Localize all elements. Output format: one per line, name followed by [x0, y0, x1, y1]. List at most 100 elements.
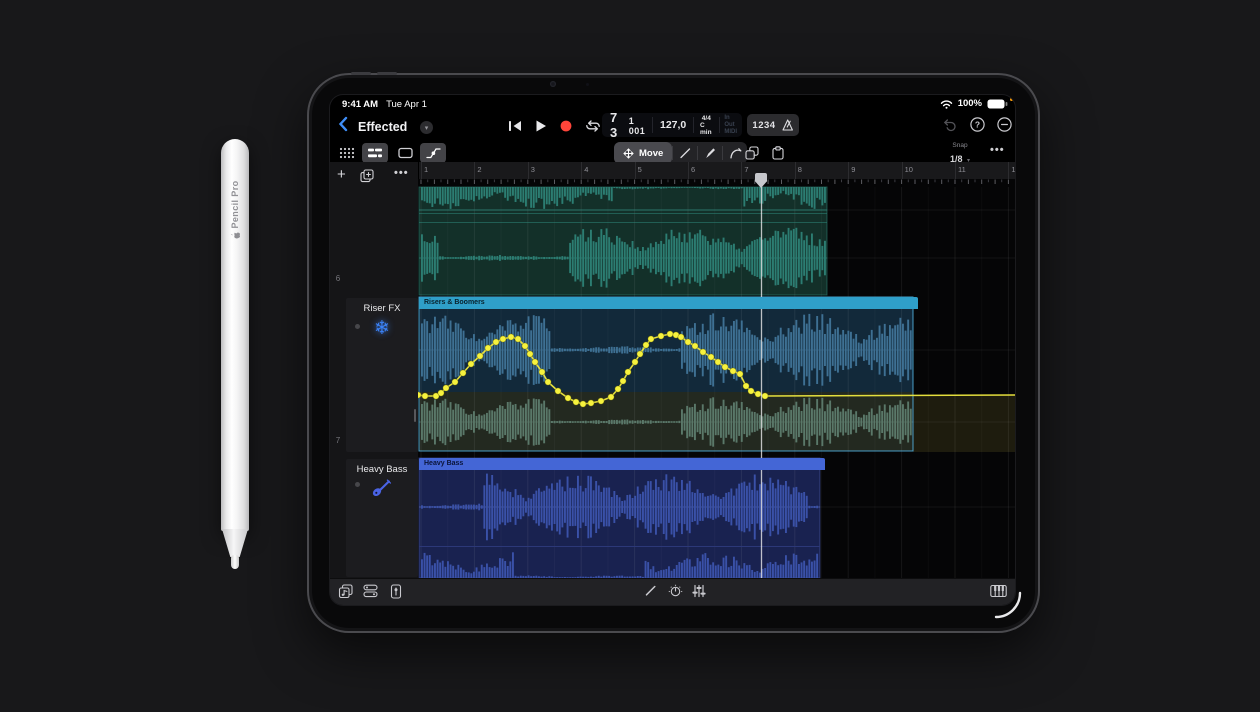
track-state-dot [355, 324, 360, 329]
tempo-value: 127,0 [660, 119, 686, 131]
automation-view-button[interactable] [420, 143, 446, 163]
add-track-button[interactable]: + [337, 166, 346, 183]
record-button[interactable] [560, 120, 572, 132]
mic-indicator-dot [1010, 98, 1013, 101]
track-header-column: + ••• 6 7 8 Riser FX ❄ Heavy Bass [330, 162, 419, 578]
ruler-bar-line [421, 162, 422, 179]
track-header-actions: + ••• [330, 165, 418, 187]
track-state-dot [355, 482, 360, 487]
pencil-edit-icon [644, 584, 657, 597]
move-tool-button[interactable]: Move [614, 142, 672, 164]
metronome-icon[interactable] [782, 119, 794, 131]
ruler-bar-number: 1 [424, 165, 428, 174]
corner-flourish-arc [993, 590, 1023, 620]
fader-icon [389, 584, 403, 599]
loop-browser-button[interactable] [338, 584, 354, 599]
track-cell-riser-fx[interactable]: Riser FX ❄ [346, 298, 418, 452]
region-strip-heavy-bass[interactable]: Heavy Bass [419, 458, 825, 470]
ambient-sensor [586, 83, 589, 86]
cells-view-button[interactable] [334, 143, 360, 163]
ruler-bar-number: 12 [1011, 165, 1015, 174]
track-number: 7 [330, 436, 346, 445]
line-tool-button[interactable] [672, 146, 697, 160]
paste-button[interactable] [766, 142, 790, 164]
track-header-more-button[interactable]: ••• [394, 167, 409, 179]
apple-logo-icon [231, 232, 240, 240]
plugins-rack-icon [363, 584, 378, 598]
ruler-bar-number: 3 [531, 165, 535, 174]
date: Tue Apr 1 [386, 99, 427, 110]
lcd-display[interactable]: 7 3 1 001 127,0 4/4C min In OutMIDI [602, 113, 742, 137]
track-cell-heavy-bass[interactable]: Heavy Bass [346, 459, 418, 577]
plugins-button[interactable] [363, 584, 378, 598]
battery-icon [987, 99, 1008, 109]
ruler-bar-line [528, 162, 529, 179]
timeline-lanes[interactable] [418, 179, 1015, 578]
snap-label: Snap [942, 142, 978, 149]
count-in-button[interactable]: 1234 [752, 120, 775, 131]
status-bar-left: 9:41 AM Tue Apr 1 [342, 99, 427, 110]
marquee-icon [398, 147, 413, 159]
ruler-bar-number: 9 [851, 165, 855, 174]
go-to-beginning-button[interactable] [508, 120, 522, 132]
more-circle-icon[interactable] [997, 117, 1012, 132]
knob-icon [668, 584, 683, 599]
edit-tools-group: Move [614, 142, 747, 164]
automation-curve-icon [426, 147, 441, 159]
ruler-bar-number: 6 [691, 165, 695, 174]
more-options-button[interactable]: ••• [990, 144, 1005, 156]
duplicate-track-button[interactable] [360, 169, 374, 183]
project-title[interactable]: Effected [358, 120, 407, 134]
ruler-bar-number: 8 [798, 165, 802, 174]
volume-down-button [377, 72, 397, 75]
brush-tool-button[interactable] [697, 146, 722, 160]
back-chevron-icon[interactable] [338, 116, 348, 132]
marquee-tool-button[interactable] [392, 143, 418, 163]
track-number: 6 [330, 274, 346, 283]
bottom-toolbar [330, 578, 1015, 605]
cycle-button[interactable] [585, 120, 601, 132]
editor-button[interactable] [644, 584, 657, 597]
ruler-bar-number: 10 [905, 165, 913, 174]
mixer-button[interactable] [692, 584, 706, 598]
ruler-bar-line [955, 162, 956, 179]
project-menu-chevron[interactable]: ▾ [420, 121, 433, 134]
paste-icon [771, 146, 785, 160]
mixer-faders-icon [692, 584, 706, 598]
ruler-bar-line [902, 162, 903, 179]
ruler-bar-line [1008, 162, 1009, 179]
channel-strip-button[interactable] [389, 584, 403, 599]
ruler-bar-line [688, 162, 689, 179]
pencil-cone [222, 529, 248, 557]
copy-icon [745, 146, 759, 160]
ruler-bar-line [741, 162, 742, 179]
volume-up-button [351, 72, 371, 75]
playhead-position-bar: 7 3 [610, 110, 625, 140]
ruler-bar-line [474, 162, 475, 179]
pencil-tip [231, 555, 239, 569]
ruler-bar-number: 7 [744, 165, 748, 174]
count-in-metronome-group: 1234 [747, 114, 799, 136]
undo-icon[interactable] [942, 118, 958, 132]
help-icon[interactable]: ? [970, 117, 985, 132]
time-signature-key: 4/4C min [700, 115, 713, 136]
bass-guitar-icon [371, 479, 393, 496]
ruler-bar-line [848, 162, 849, 179]
play-button[interactable] [535, 120, 547, 132]
tracks-view-button[interactable] [362, 143, 388, 163]
ipad-device: 9:41 AM Tue Apr 1 100% Effected ▾ [307, 73, 1040, 633]
ruler-bar-number: 4 [584, 165, 588, 174]
tracks-icon [368, 147, 382, 159]
region-strip-risers-boomers[interactable]: Risers & Boomers [419, 297, 918, 309]
move-arrows-icon [623, 148, 634, 159]
brush-tool-icon [704, 147, 716, 159]
pencil-label: Pencil Pro [230, 180, 240, 228]
status-bar-right: 100% [940, 98, 1008, 109]
plugin-controls-button[interactable] [668, 584, 683, 599]
track-name: Riser FX [346, 303, 418, 314]
ruler-bar-line [635, 162, 636, 179]
bar-ruler[interactable]: 1 2 3 4 5 6 7 8 9 10 11 12 [418, 162, 1015, 180]
scroll-indicator [414, 409, 416, 422]
copy-button[interactable] [740, 142, 764, 164]
battery-percent: 100% [958, 98, 982, 109]
